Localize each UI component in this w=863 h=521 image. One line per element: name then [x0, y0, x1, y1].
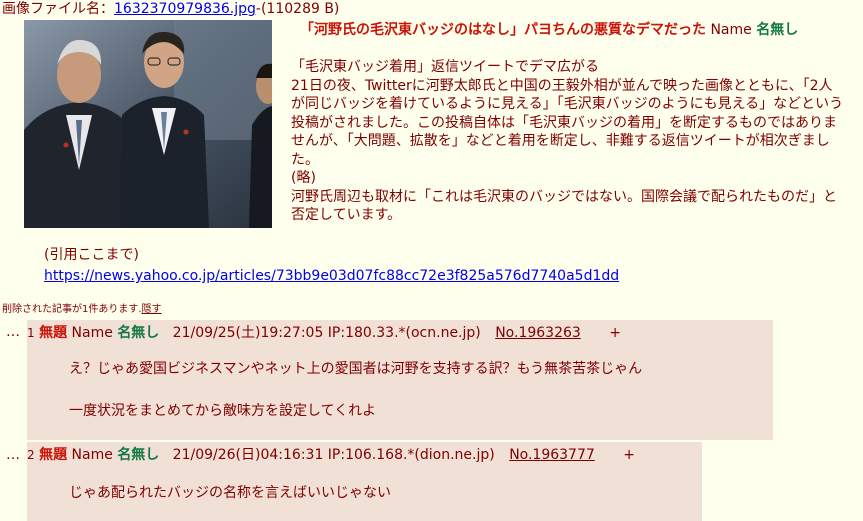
- reply-number: 2: [27, 448, 35, 462]
- reply-name: 名無し: [117, 447, 160, 463]
- reply-datetime: 21/09/25(土)19:27:05 IP:180.33.*(ocn.ne.j…: [172, 325, 481, 341]
- reply-number-link[interactable]: No.1963777: [509, 447, 595, 463]
- reply-post: 1 無題 Name 名無し 21/09/25(土)19:27:05 IP:180…: [27, 320, 773, 440]
- reply-name-label: Name: [71, 447, 113, 463]
- article-link[interactable]: https://news.yahoo.co.jp/articles/73bb9e…: [44, 267, 619, 285]
- deleted-notice-text: 削除された記事が1件あります.: [2, 304, 142, 315]
- quote-end-text: (引用ここまで): [44, 247, 139, 263]
- reply-post: 2 無題 Name 名無し 21/09/26(日)04:16:31 IP:106…: [27, 442, 702, 521]
- reply-header: 1 無題 Name 名無し 21/09/25(土)19:27:05 IP:180…: [27, 324, 621, 342]
- reply-subject: 無題: [39, 447, 68, 463]
- hide-deleted-link[interactable]: 隠す: [142, 304, 162, 315]
- op-subject: 「河野氏の毛沢東バッジのはなし」パヨちんの悪質なデマだった: [300, 22, 706, 38]
- op-body-line: 「毛沢東バッジ着用」返信ツイートでデマ広がる: [291, 59, 599, 75]
- reply-text-line: じゃあ配られたバッジの名称を言えばいいじゃない: [69, 485, 391, 501]
- reply-header: 2 無題 Name 名無し 21/09/26(日)04:16:31 IP:106…: [27, 446, 635, 464]
- soudane-button[interactable]: +: [609, 325, 621, 341]
- reply-name-label: Name: [71, 325, 113, 341]
- file-link[interactable]: 1632370979836.jpg: [114, 1, 256, 17]
- soudane-button[interactable]: +: [623, 447, 635, 463]
- thread-image[interactable]: [24, 20, 272, 228]
- reply-text-line: え？じゃあ愛国ビジネスマンやネット上の愛国者は河野を支持する訳？もう無茶苦茶じゃ…: [69, 361, 643, 377]
- op-name: 名無し: [756, 22, 799, 38]
- op-body-line: (略): [291, 170, 316, 186]
- reply-number-link[interactable]: No.1963263: [495, 325, 581, 341]
- file-label: 画像ファイル名：: [2, 1, 114, 17]
- reply-name: 名無し: [117, 325, 160, 341]
- op-name-label: Name: [710, 22, 752, 38]
- reply-number: 1: [27, 326, 35, 340]
- op-body: 「毛沢東バッジ着用」返信ツイートでデマ広がる 21日の夜、Twitterに河野太…: [291, 58, 846, 225]
- op-body-line: 21日の夜、Twitterに河野太郎氏と中国の王毅外相が並んで映った画像とともに…: [291, 77, 844, 168]
- file-info: 画像ファイル名：1632370979836.jpg-(110289 B): [2, 0, 339, 18]
- file-size: -(110289 B): [255, 1, 340, 17]
- reply-indent-marker: …: [6, 447, 20, 463]
- reply-subject: 無題: [39, 325, 68, 341]
- deleted-notice: 削除された記事が1件あります.隠す: [2, 304, 162, 316]
- op-body-line: 河野氏周辺も取材に「これは毛沢東のバッジではない。国際会議で配られたものだ」と否…: [291, 188, 837, 224]
- reply-indent-marker: …: [6, 324, 20, 340]
- thread-photo: [24, 20, 272, 228]
- op-header: 「河野氏の毛沢東バッジのはなし」パヨちんの悪質なデマだった Name 名無し: [300, 20, 798, 40]
- reply-datetime: 21/09/26(日)04:16:31 IP:106.168.*(dion.ne…: [172, 447, 495, 463]
- reply-text-line: 一度状況をまとめてから敵味方を設定してくれよ: [69, 403, 377, 419]
